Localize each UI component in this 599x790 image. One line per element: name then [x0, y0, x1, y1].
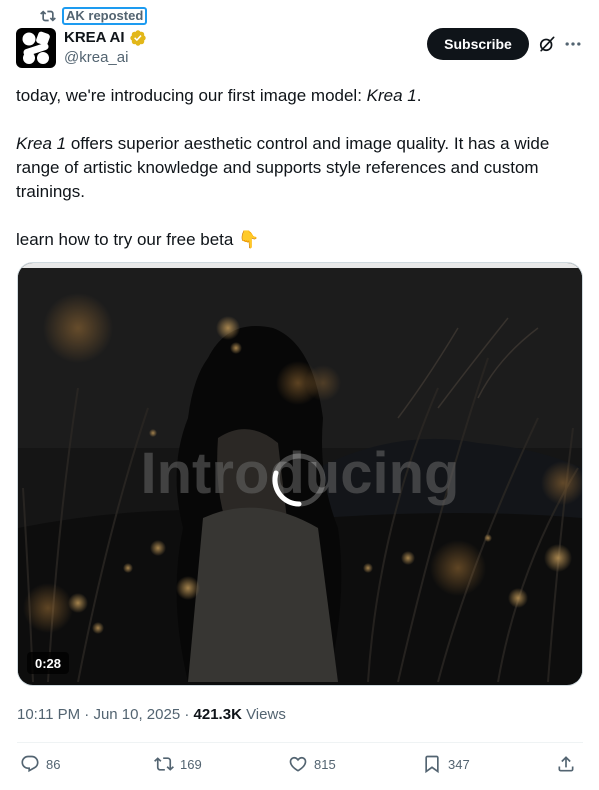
bookmark-count: 347 — [448, 756, 470, 772]
author-block: KREA AI @krea_ai — [64, 29, 147, 68]
subscribe-button[interactable]: Subscribe — [427, 28, 529, 60]
model-name: Krea 1 — [366, 86, 417, 105]
repost-icon — [40, 10, 56, 22]
views-label: Views — [241, 706, 286, 723]
repost-button[interactable]: 169 — [154, 754, 202, 774]
video-thumbnail: Introducing — [18, 268, 582, 682]
share-button[interactable] — [556, 754, 576, 774]
tweet-text: today, we're introducing our first image… — [16, 84, 582, 252]
tweet-time[interactable]: 10:11 PM — [17, 706, 80, 723]
tweet-date[interactable]: Jun 10, 2025 — [93, 706, 180, 723]
grok-icon[interactable] — [537, 34, 557, 54]
tweet-line-1: today, we're introducing our first image… — [16, 86, 422, 105]
divider — [17, 742, 583, 743]
reply-button[interactable]: 86 — [20, 754, 60, 774]
bookmark-icon — [425, 755, 439, 774]
model-name: Krea 1 — [16, 134, 67, 153]
video-duration: 0:28 — [27, 652, 69, 674]
reply-icon — [21, 755, 39, 773]
repost-icon — [154, 757, 174, 771]
more-options-icon[interactable] — [563, 34, 583, 54]
avatar[interactable] — [16, 28, 56, 68]
tweet-paragraph-2: Krea 1 offers superior aesthetic control… — [16, 134, 550, 201]
pointing-down-emoji-icon: 👇 — [238, 230, 260, 249]
repost-indicator[interactable]: AK reposted — [40, 6, 148, 26]
video-player[interactable]: Introducing — [17, 262, 583, 686]
bookmark-button[interactable]: 347 — [422, 754, 470, 774]
author-handle[interactable]: @krea_ai — [64, 48, 147, 68]
tweet-meta: 10:11 PM · Jun 10, 2025 · 421.3K Views — [17, 706, 286, 723]
action-bar: 86 169 815 347 — [20, 754, 580, 778]
tweet-line-3: learn how to try our free beta 👇 — [16, 230, 260, 249]
repost-label[interactable]: AK reposted — [62, 7, 148, 25]
krea-logo-icon — [22, 31, 50, 64]
repost-count: 169 — [180, 756, 202, 772]
like-button[interactable]: 815 — [288, 754, 336, 774]
verified-badge-icon[interactable] — [129, 29, 147, 47]
reply-count: 86 — [46, 756, 61, 772]
views-count: 421.3K — [193, 706, 242, 723]
like-count: 815 — [314, 756, 336, 772]
heart-icon — [289, 756, 307, 772]
author-name[interactable]: KREA AI — [64, 29, 125, 47]
share-icon — [558, 756, 574, 772]
